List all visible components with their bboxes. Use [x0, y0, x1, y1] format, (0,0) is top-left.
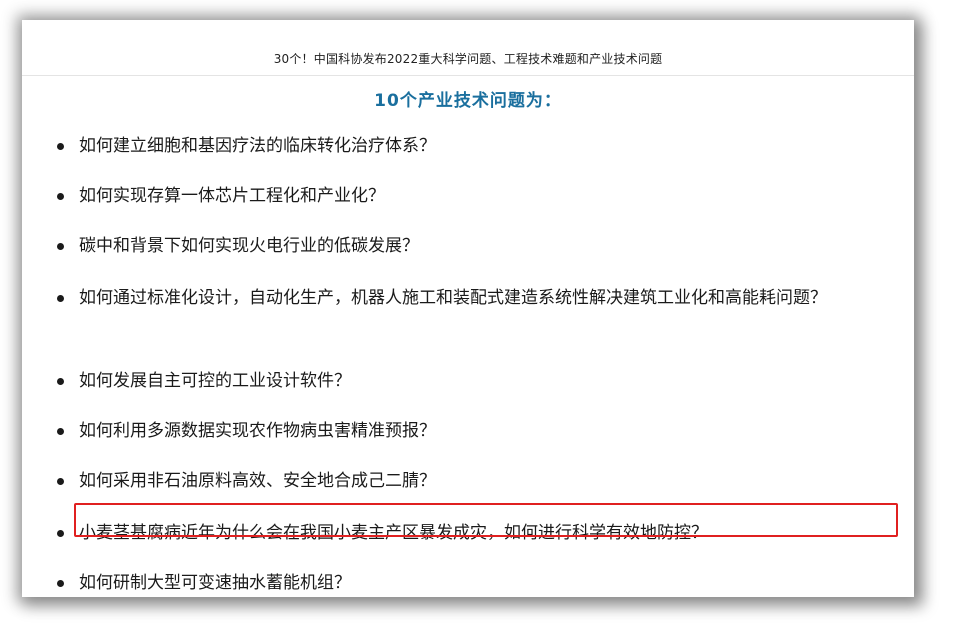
list-item-text: 如何通过标准化设计，自动化生产，机器人施工和装配式建造系统性解决建筑工业化和高能… — [79, 288, 827, 308]
list-item-text: 如何实现存算一体芯片工程化和产业化？ — [79, 186, 385, 206]
bullet-icon — [57, 478, 64, 485]
bullet-icon — [57, 193, 64, 200]
article-header-bar: 30个！中国科协发布2022重大科学问题、工程技术难题和产业技术问题 — [22, 20, 914, 76]
list-item-text: 碳中和背景下如何实现火电行业的低碳发展？ — [79, 236, 419, 256]
bullet-icon — [57, 428, 64, 435]
list-item-text: 如何利用多源数据实现农作物病虫害精准预报？ — [79, 421, 436, 441]
bullet-icon — [57, 580, 64, 587]
bullet-icon — [57, 143, 64, 150]
list-item-text: 如何采用非石油原料高效、安全地合成己二腈？ — [79, 471, 436, 491]
section-heading: 10个产业技术问题为： — [374, 91, 562, 111]
list-item-text: 如何发展自主可控的工业设计软件？ — [79, 371, 351, 391]
bullet-icon — [57, 295, 64, 302]
article-title: 30个！中国科协发布2022重大科学问题、工程技术难题和产业技术问题 — [273, 52, 663, 66]
screenshot-stage: 30个！中国科协发布2022重大科学问题、工程技术难题和产业技术问题 10个产业… — [0, 0, 957, 639]
bullet-icon — [57, 530, 64, 537]
article-card: 30个！中国科协发布2022重大科学问题、工程技术难题和产业技术问题 10个产业… — [22, 20, 914, 597]
list-item-text: 如何建立细胞和基因疗法的临床转化治疗体系？ — [79, 136, 436, 156]
bullet-icon — [57, 378, 64, 385]
bullet-icon — [57, 243, 64, 250]
list-item-text: 如何研制大型可变速抽水蓄能机组？ — [79, 573, 351, 593]
highlight-annotation-box — [74, 503, 898, 537]
